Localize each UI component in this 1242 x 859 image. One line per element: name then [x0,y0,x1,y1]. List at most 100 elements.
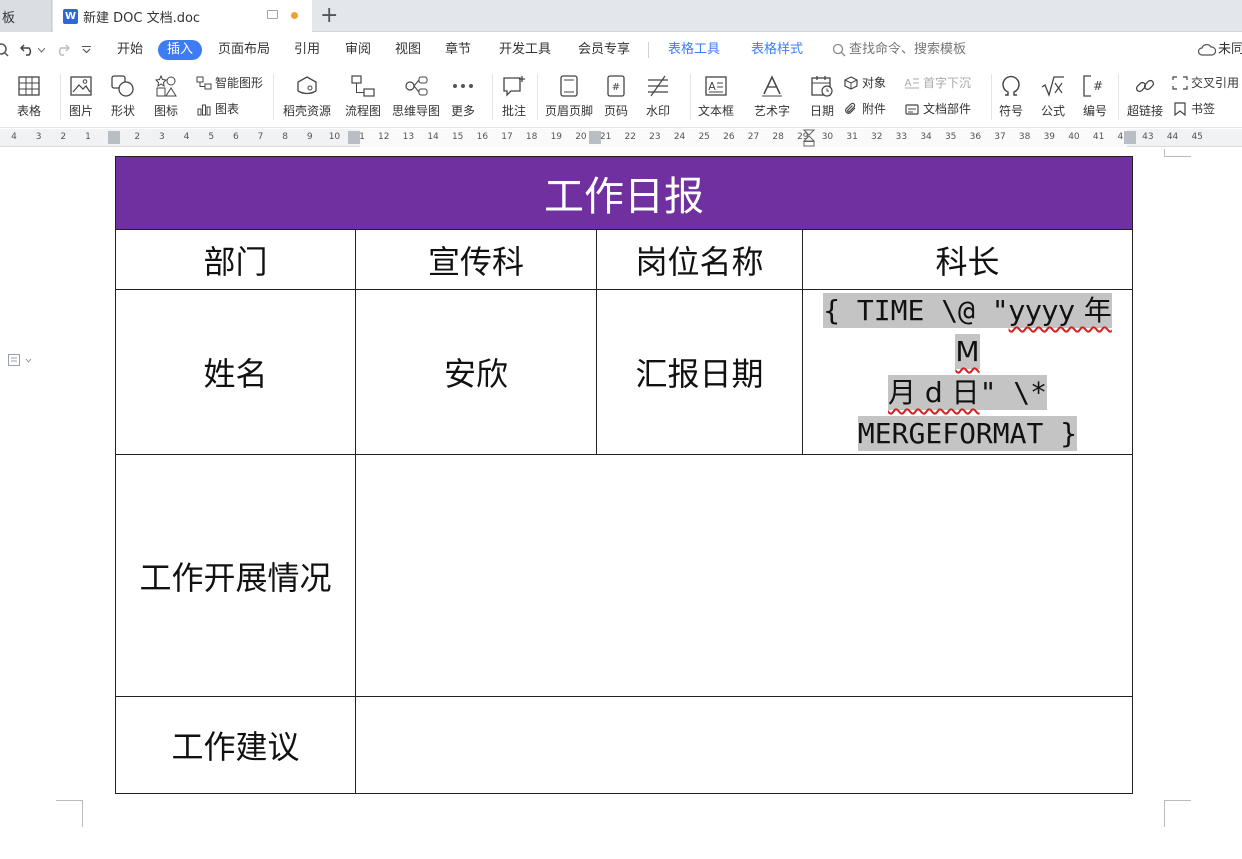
menu-section[interactable]: 章节 [445,41,471,59]
insert-ribbon: 表格 图片 形状 图标 智能图形 图表 稻壳资源 流程图 思维导图 更多 批注 … [0,66,1242,128]
ruler-number: 19 [550,132,563,142]
bookmark-label: 书签 [1191,102,1216,116]
ruler-indent-marker-icon[interactable] [803,129,815,147]
docer-resources-label: 稻壳资源 [283,104,332,118]
page-number-button[interactable]: # 页码 [604,74,628,118]
more-label: 更多 [451,104,476,118]
report-date-label[interactable]: 汇报日期 [596,289,803,455]
mind-map-label: 思维导图 [392,104,441,118]
numbering-button[interactable]: # 编号 [1083,74,1107,118]
cloud-sync-status[interactable]: 未同 [1218,41,1242,59]
chart-button[interactable]: 图表 [196,100,239,117]
work-suggestion-content[interactable] [355,696,1133,794]
picture-label: 图片 [69,104,94,118]
icons-button[interactable]: 图标 [154,74,178,118]
ruler-left-margin-marker[interactable] [108,131,120,144]
drop-cap-icon: A [904,75,920,91]
more-button[interactable]: 更多 [451,74,475,118]
position-value[interactable]: 科长 [802,229,1133,290]
menu-review[interactable]: 审阅 [345,41,371,59]
menu-member[interactable]: 会员专享 [578,41,630,59]
doc-parts-label: 文档部件 [923,102,972,116]
attachment-button[interactable]: 附件 [843,100,886,117]
zoom-icon[interactable] [0,42,10,58]
symbol-button[interactable]: 符号 [999,74,1023,118]
doc-parts-button[interactable]: 文档部件 [904,100,971,117]
menu-references[interactable]: 引用 [294,41,320,59]
smart-shape-button[interactable]: 智能图形 [196,74,263,91]
ruler-number: 13 [402,132,415,142]
picture-button[interactable]: 图片 [69,74,93,118]
bookmark-button[interactable]: 书签 [1172,100,1215,117]
ruler-number: 12 [378,132,390,142]
smart-shape-icon [196,75,212,91]
undo-dropdown-icon[interactable] [38,48,45,53]
ruler-number: 24 [673,132,686,142]
hyperlink-label: 超链接 [1127,104,1164,118]
department-label[interactable]: 部门 [115,229,356,290]
work-suggestion-label[interactable]: 工作建议 [115,696,356,794]
object-button[interactable]: 对象 [843,74,886,91]
watermark-button[interactable]: 水印 [646,74,670,118]
position-label[interactable]: 岗位名称 [596,229,803,290]
ruler-right-margin-marker[interactable] [1124,131,1136,144]
formula-button[interactable]: 公式 [1041,74,1065,118]
table-title[interactable]: 工作日报 [115,156,1133,230]
paragraph-layout-icon[interactable] [8,354,32,369]
table-button[interactable]: 表格 [17,74,41,118]
date-button[interactable]: 日期 [810,74,834,118]
ruler-number: 25 [698,132,710,142]
time-field-code[interactable]: { TIME \@ "yyyy 年 M 月 d 日" \* MERGEFORMA… [803,290,1132,454]
ruler-column-marker[interactable] [348,131,360,144]
menu-table-tools[interactable]: 表格工具 [668,41,720,59]
report-date-field-cell[interactable]: { TIME \@ "yyyy 年 M 月 d 日" \* MERGEFORMA… [802,289,1133,455]
name-value[interactable]: 安欣 [355,289,597,455]
hyperlink-button[interactable]: 超链接 [1127,74,1163,118]
shape-button[interactable]: 形状 [111,74,135,118]
quick-access-dropdown-icon[interactable] [82,46,91,53]
mind-map-button[interactable]: 思维导图 [392,74,440,118]
ruler-number: 27 [747,132,760,142]
cloud-icon[interactable] [1198,43,1216,57]
tab-document[interactable]: W 新建 DOC 文档.doc [53,0,312,32]
menu-insert[interactable]: 插入 [158,40,203,60]
drop-cap-button[interactable]: A 首字下沉 [904,74,971,91]
ruler-number: 43 [1142,132,1154,142]
bookmark-icon [1172,101,1188,117]
flowchart-button[interactable]: 流程图 [345,74,381,118]
horizontal-ruler[interactable]: 4321123456789101112131415161718192021222… [0,129,1242,147]
menu-developer[interactable]: 开发工具 [499,41,551,59]
document-page[interactable]: 工作日报 部门 宣传科 岗位名称 科长 姓名 安欣 汇报日期 { TIME \@… [0,148,1242,859]
name-label[interactable]: 姓名 [115,289,356,455]
command-search-input[interactable]: 查找命令、搜索模板 [849,41,966,59]
ruler-column-marker[interactable] [589,131,601,144]
text-box-button[interactable]: A 文本框 [698,74,734,118]
menu-table-style[interactable]: 表格样式 [751,41,803,59]
picture-icon [69,74,93,98]
undo-icon[interactable] [20,42,36,56]
cross-reference-button[interactable]: 交叉引用 [1172,74,1239,91]
text-box-icon: A [704,74,728,98]
monitor-icon[interactable] [267,10,278,19]
tab-previous[interactable]: 板 [0,0,52,32]
comment-button[interactable]: 批注 [502,74,526,118]
ruler-number: 26 [723,132,735,142]
ruler-number: 6 [232,132,239,142]
new-tab-button[interactable]: + [320,3,338,29]
docer-resources-button[interactable]: 稻壳资源 [283,74,331,118]
page-corner-mark [1164,149,1191,157]
menu-home[interactable]: 开始 [117,41,143,59]
word-art-button[interactable]: 艺术字 [754,74,790,118]
work-progress-content[interactable] [355,454,1133,697]
ribbon-divider [273,74,274,120]
department-value[interactable]: 宣传科 [355,229,597,290]
ribbon-divider [60,74,61,120]
ribbon-divider [991,74,992,120]
work-progress-label[interactable]: 工作开展情况 [115,454,356,697]
page-corner-mark [1164,800,1191,827]
header-footer-button[interactable]: 页眉页脚 [545,74,593,118]
menu-page-layout[interactable]: 页面布局 [218,41,270,59]
ruler-number: 32 [871,132,883,142]
menu-view[interactable]: 视图 [395,41,421,59]
redo-icon[interactable] [54,42,70,56]
